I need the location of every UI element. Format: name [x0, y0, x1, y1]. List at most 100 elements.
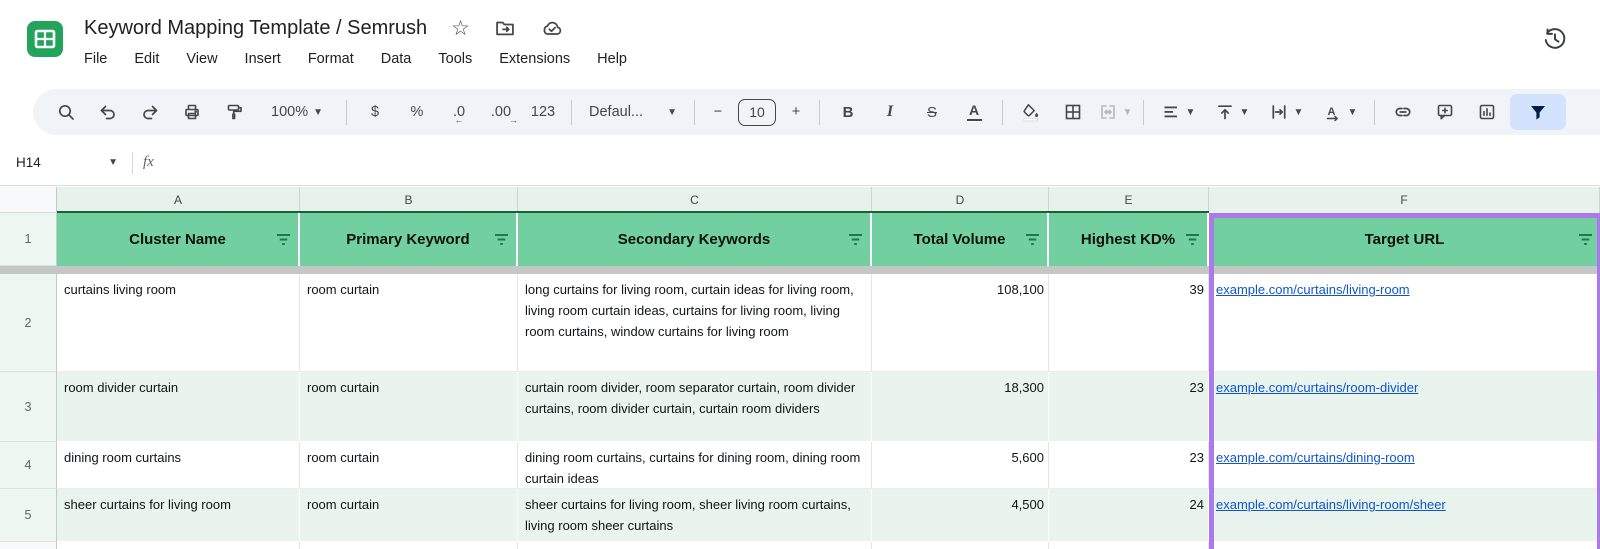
print-button[interactable] — [171, 94, 213, 130]
strikethrough-button[interactable]: S — [911, 94, 953, 130]
filter-icon[interactable] — [1185, 233, 1200, 246]
cell-C3[interactable]: curtain room divider, room separator cur… — [518, 372, 872, 442]
borders-button[interactable] — [1052, 94, 1094, 130]
redo-button[interactable] — [129, 94, 171, 130]
horizontal-align-button[interactable]: ▼ — [1151, 94, 1205, 130]
filter-icon[interactable] — [1578, 233, 1593, 246]
bold-button[interactable]: B — [827, 94, 869, 130]
filter-icon[interactable] — [1025, 233, 1040, 246]
column-header-B[interactable]: B — [300, 187, 518, 213]
column-header-D[interactable]: D — [872, 187, 1049, 213]
menu-view[interactable]: View — [186, 51, 217, 67]
name-box[interactable]: H14 ▼ — [0, 155, 118, 170]
cell-F6[interactable] — [1209, 542, 1600, 549]
cell-A3[interactable]: room divider curtain — [57, 372, 300, 442]
italic-button[interactable]: I — [869, 94, 911, 130]
target-url-link[interactable]: example.com/curtains/living-room/sheer — [1216, 497, 1446, 512]
column-header-A[interactable]: A — [57, 187, 300, 213]
column-header-E[interactable]: E — [1049, 187, 1209, 213]
cell-D3[interactable]: 18,300 — [872, 372, 1049, 442]
version-history-button[interactable] — [1538, 22, 1572, 56]
filter-icon[interactable] — [848, 233, 863, 246]
cell-E2[interactable]: 39 — [1049, 274, 1209, 372]
cell-D6[interactable] — [872, 542, 1049, 549]
document-title[interactable]: Keyword Mapping Template / Semrush — [84, 17, 427, 40]
create-filter-button[interactable] — [1510, 94, 1566, 130]
cell-E6[interactable] — [1049, 542, 1209, 549]
font-size-input[interactable]: 10 — [734, 94, 780, 130]
vertical-align-button[interactable]: ▼ — [1205, 94, 1259, 130]
target-url-link[interactable]: example.com/curtains/room-divider — [1216, 380, 1418, 395]
cell-B3[interactable]: room curtain — [300, 372, 518, 442]
row-header-5[interactable]: 5 — [0, 489, 57, 542]
cell-A6[interactable] — [57, 542, 300, 549]
decrease-decimal-button[interactable]: .0 ← — [438, 94, 480, 130]
increase-decimal-button[interactable]: .00 → — [480, 94, 522, 130]
insert-chart-button[interactable] — [1466, 94, 1508, 130]
column-header-C[interactable]: C — [518, 187, 872, 213]
cloud-saved-icon[interactable] — [540, 16, 564, 40]
search-button[interactable] — [45, 94, 87, 130]
fill-color-button[interactable] — [1010, 94, 1052, 130]
insert-comment-button[interactable] — [1424, 94, 1466, 130]
insert-link-button[interactable] — [1382, 94, 1424, 130]
column-header-F[interactable]: F — [1209, 187, 1600, 213]
text-rotation-button[interactable]: A ▼ — [1313, 94, 1367, 130]
header-cell-total-volume[interactable]: Total Volume — [872, 213, 1049, 266]
menu-help[interactable]: Help — [597, 51, 627, 67]
cell-D5[interactable]: 4,500 — [872, 489, 1049, 542]
cell-C5[interactable]: sheer curtains for living room, sheer li… — [518, 489, 872, 542]
menu-format[interactable]: Format — [308, 51, 354, 67]
cell-B4[interactable]: room curtain — [300, 442, 518, 489]
cell-D4[interactable]: 5,600 — [872, 442, 1049, 489]
cell-C6[interactable] — [518, 542, 872, 549]
more-formats-button[interactable]: 123 — [522, 94, 564, 130]
cell-E5[interactable]: 24 — [1049, 489, 1209, 542]
filter-icon[interactable] — [494, 233, 509, 246]
cell-F2[interactable]: example.com/curtains/living-room — [1209, 274, 1600, 372]
cell-A2[interactable]: curtains living room — [57, 274, 300, 372]
filter-icon[interactable] — [276, 233, 291, 246]
select-all-corner[interactable] — [0, 187, 57, 213]
menu-insert[interactable]: Insert — [245, 51, 281, 67]
increase-font-size-button[interactable]: + — [780, 94, 812, 130]
move-folder-icon[interactable] — [494, 17, 516, 39]
row-header-2[interactable]: 2 — [0, 274, 57, 372]
header-cell-target-url[interactable]: Target URL — [1209, 213, 1600, 266]
cell-F4[interactable]: example.com/curtains/dining-room — [1209, 442, 1600, 489]
merge-cells-button[interactable]: ▼ — [1094, 94, 1136, 130]
currency-format-button[interactable]: $ — [354, 94, 396, 130]
header-cell-cluster-name[interactable]: Cluster Name — [57, 213, 300, 266]
sheets-logo-icon[interactable] — [26, 20, 64, 58]
target-url-link[interactable]: example.com/curtains/dining-room — [1216, 450, 1415, 465]
cell-D2[interactable]: 108,100 — [872, 274, 1049, 372]
text-wrapping-button[interactable]: ▼ — [1259, 94, 1313, 130]
cell-F3[interactable]: example.com/curtains/room-divider — [1209, 372, 1600, 442]
row-header-3[interactable]: 3 — [0, 372, 57, 442]
zoom-control[interactable]: 100% ▼ — [255, 94, 339, 130]
cell-B2[interactable]: room curtain — [300, 274, 518, 372]
cell-A4[interactable]: dining room curtains — [57, 442, 300, 489]
menu-file[interactable]: File — [84, 51, 107, 67]
star-icon[interactable]: ☆ — [451, 18, 470, 39]
percent-format-button[interactable]: % — [396, 94, 438, 130]
cell-A5[interactable]: sheer curtains for living room — [57, 489, 300, 542]
cell-E4[interactable]: 23 — [1049, 442, 1209, 489]
row-header-1[interactable]: 1 — [0, 213, 57, 266]
menu-edit[interactable]: Edit — [134, 51, 159, 67]
target-url-link[interactable]: example.com/curtains/living-room — [1216, 282, 1410, 297]
formula-input[interactable] — [154, 140, 1600, 185]
row-header-4[interactable]: 4 — [0, 442, 57, 489]
header-cell-secondary-keywords[interactable]: Secondary Keywords — [518, 213, 872, 266]
undo-button[interactable] — [87, 94, 129, 130]
font-family-select[interactable]: Defaul... ▼ — [579, 94, 687, 130]
row-header-6[interactable] — [0, 542, 57, 549]
paint-format-button[interactable] — [213, 94, 255, 130]
decrease-font-size-button[interactable]: − — [702, 94, 734, 130]
cell-C4[interactable]: dining room curtains, curtains for dinin… — [518, 442, 872, 489]
menu-extensions[interactable]: Extensions — [499, 51, 570, 67]
text-color-button[interactable]: A — [953, 94, 995, 130]
cell-B5[interactable]: room curtain — [300, 489, 518, 542]
menu-tools[interactable]: Tools — [438, 51, 472, 67]
cell-F5[interactable]: example.com/curtains/living-room/sheer — [1209, 489, 1600, 542]
